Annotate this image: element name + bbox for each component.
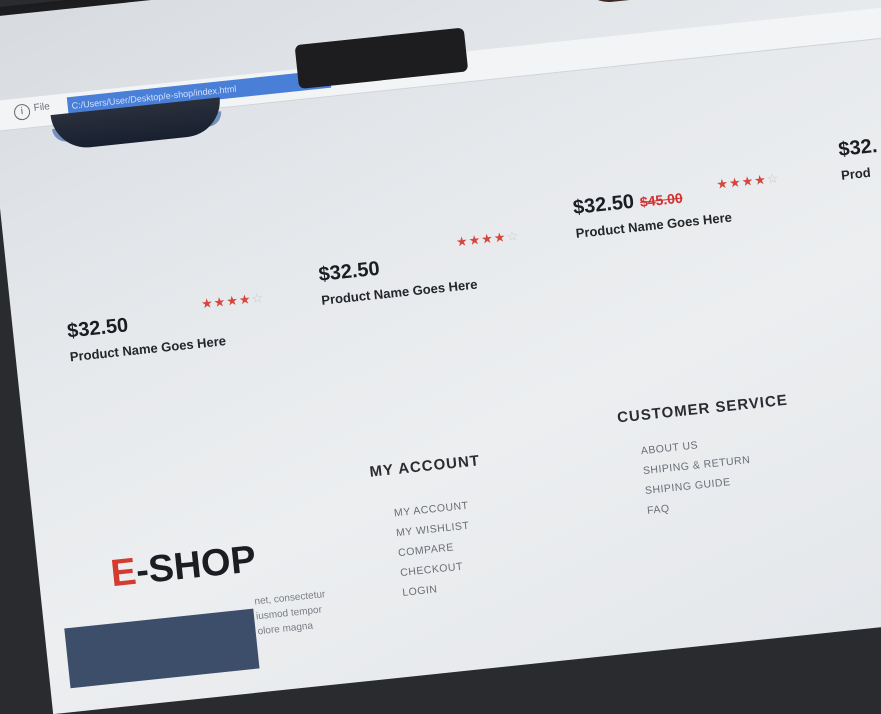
rating-stars: ★★★★☆	[715, 170, 781, 192]
product-card[interactable]: $32.50 Product Name Goes Here	[66, 304, 227, 364]
footer-banner	[64, 608, 260, 689]
link-shipping-guide[interactable]: SHIPING GUIDE	[644, 474, 752, 497]
link-faq[interactable]: FAQ	[647, 494, 755, 517]
link-my-account[interactable]: MY ACCOUNT	[393, 500, 469, 520]
product-price: $32.50	[571, 190, 636, 219]
link-checkout[interactable]: CHECKOUT	[400, 559, 476, 580]
link-about-us[interactable]: ABOUT US	[640, 434, 748, 457]
browser-screen: i File C:/Users/User/Desktop/e-shop/inde…	[0, 0, 881, 714]
product-card[interactable]: $32.50 $45.00 Product Name Goes Here	[572, 181, 733, 241]
rating-stars: ★★★★☆	[200, 289, 265, 312]
eshop-logo[interactable]: E-SHOP	[109, 538, 258, 596]
product-price: $32.50	[66, 314, 130, 343]
product-price: $32.	[837, 134, 879, 161]
info-icon[interactable]: i	[13, 103, 31, 121]
customer-service-links: ABOUT US SHIPING & RETURN SHIPING GUIDE …	[640, 434, 756, 525]
customer-service-title: CUSTOMER SERVICE	[616, 391, 789, 427]
link-login[interactable]: LOGIN	[402, 579, 478, 599]
link-my-wishlist[interactable]: MY WISHLIST	[396, 520, 472, 540]
product-image[interactable]	[572, 0, 662, 6]
rating-stars: ★★★★☆	[455, 227, 520, 250]
product-name[interactable]: Prod	[840, 164, 880, 183]
link-compare[interactable]: COMPARE	[398, 539, 474, 559]
product-price: $32.50	[317, 257, 381, 286]
my-account-links: MY ACCOUNT MY WISHLIST COMPARE CHECKOUT …	[393, 500, 478, 607]
product-card[interactable]: $32.50 Product Name Goes Here	[318, 248, 479, 308]
product-old-price: $45.00	[639, 189, 684, 210]
link-shipping-return[interactable]: SHIPING & RETURN	[642, 454, 750, 477]
product-card[interactable]: $32. Prod	[837, 135, 880, 183]
file-protocol-label: File	[33, 101, 51, 114]
my-account-title: MY ACCOUNT	[368, 452, 481, 481]
footer-about-text: net, consectetur iusmod tempor olore mag…	[253, 589, 326, 638]
